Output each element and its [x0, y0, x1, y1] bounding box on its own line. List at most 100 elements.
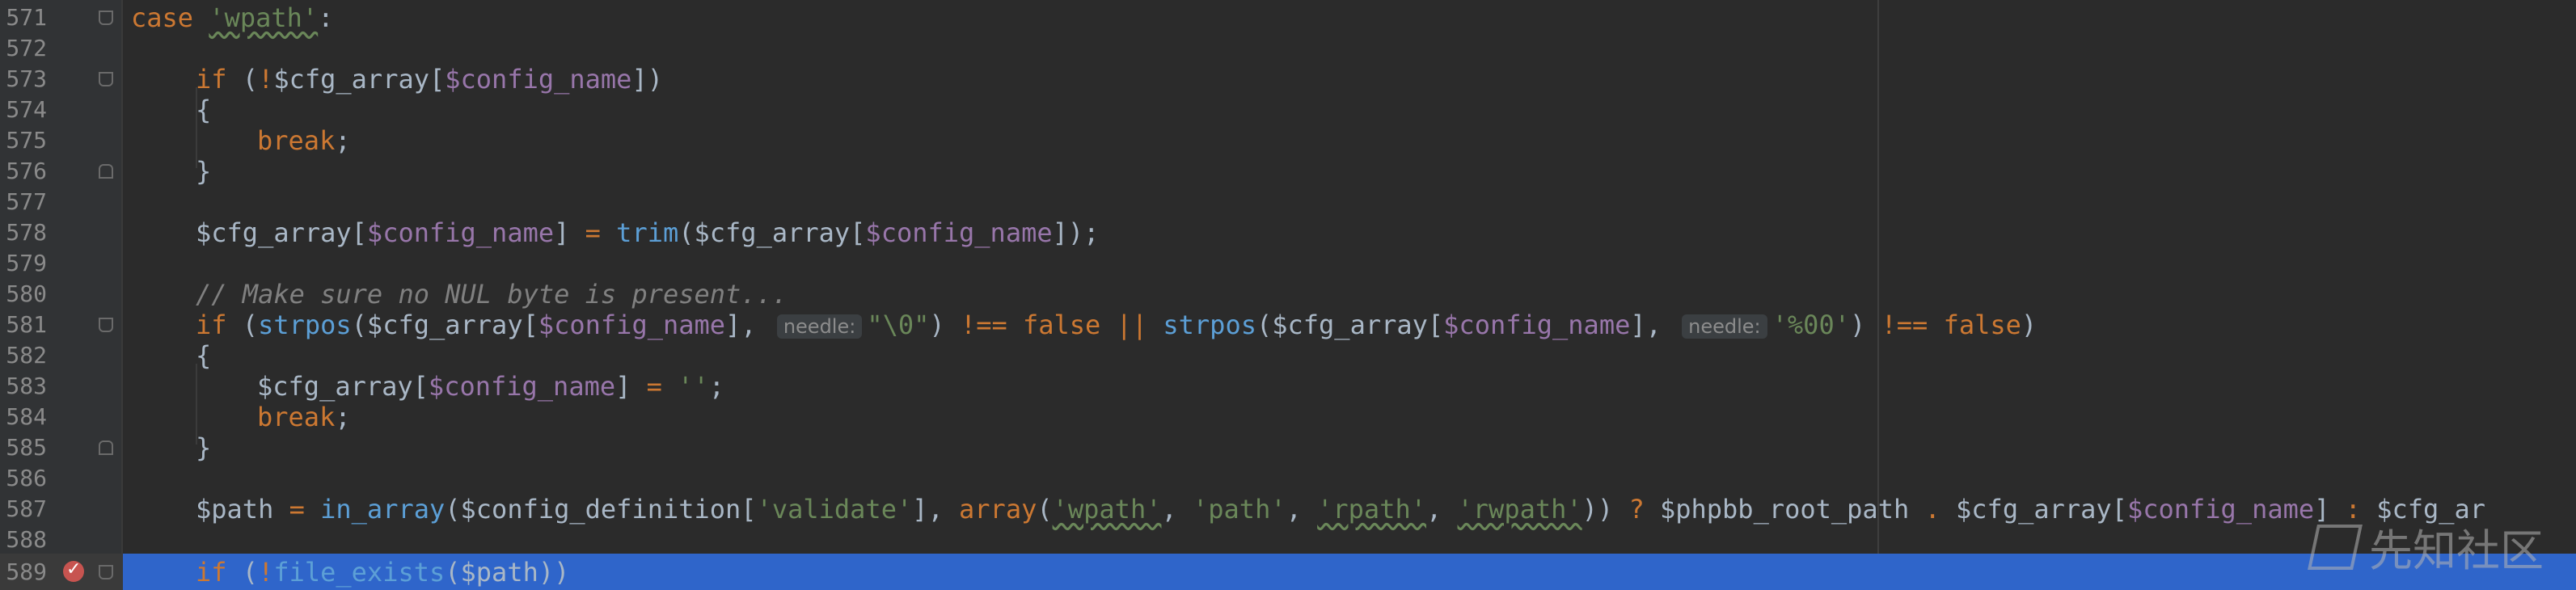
code-line-583[interactable]: $cfg_array[$config_name] = ''; — [257, 371, 724, 402]
code-line-587[interactable]: $path = in_array($config_definition['val… — [196, 494, 2485, 525]
variable: $config_definition — [460, 494, 741, 525]
code-line-578[interactable]: $cfg_array[$config_name] = trim($cfg_arr… — [196, 217, 1099, 248]
punctuation: ( — [678, 217, 695, 248]
punctuation: ) — [929, 310, 961, 340]
punctuation: [ — [412, 371, 429, 402]
punctuation: ) — [1849, 310, 1881, 340]
code-comment[interactable]: // Make sure no NUL byte is present... — [196, 279, 788, 310]
line-number[interactable]: 583 — [0, 371, 47, 402]
line-number[interactable]: 589 — [0, 557, 47, 588]
code-line-574[interactable]: { — [196, 95, 211, 125]
line-number[interactable]: 571 — [0, 2, 47, 33]
line-number[interactable]: 588 — [0, 525, 47, 555]
operator: !== false — [1881, 310, 2021, 340]
variable: $path — [460, 557, 538, 588]
code-line-571[interactable]: case 'wpath': — [131, 2, 333, 33]
operator: = — [646, 371, 662, 402]
punctuation: )) — [1581, 494, 1629, 525]
function-name: in_array — [320, 494, 446, 525]
check-icon: ✓ — [66, 559, 82, 579]
line-number[interactable]: 584 — [0, 402, 47, 432]
punctuation: ; — [335, 402, 351, 432]
line-number[interactable]: 572 — [0, 33, 47, 64]
variable: $config_name — [445, 64, 632, 95]
line-number[interactable]: 579 — [0, 248, 47, 279]
variable: $cfg_array — [694, 217, 851, 248]
code-line-573[interactable]: if (!$cfg_array[$config_name]) — [196, 64, 663, 95]
line-number[interactable]: 574 — [0, 95, 47, 125]
line-number[interactable]: 573 — [0, 64, 47, 95]
code-line-575[interactable]: break; — [257, 125, 351, 156]
punctuation: [ — [351, 217, 367, 248]
line-number[interactable]: 585 — [0, 432, 47, 463]
punctuation: , — [1161, 494, 1193, 525]
fold-expand-icon[interactable] — [99, 164, 113, 179]
line-number[interactable]: 578 — [0, 217, 47, 248]
operator: = — [585, 217, 601, 248]
punctuation: [ — [2111, 494, 2127, 525]
variable: $cfg_array — [196, 217, 352, 248]
punctuation: ( — [1256, 310, 1273, 340]
variable: $config_name — [2126, 494, 2315, 525]
punctuation: ( — [351, 310, 367, 340]
line-number[interactable]: 586 — [0, 463, 47, 494]
function-name: trim — [616, 217, 679, 248]
keyword: if — [196, 557, 227, 588]
code-line-581[interactable]: if (strpos($cfg_array[$config_name], nee… — [196, 310, 2037, 340]
punctuation: ( — [226, 557, 259, 588]
variable: $path — [196, 494, 274, 525]
code-line-589[interactable]: if (!file_exists($path)) — [196, 557, 569, 588]
punctuation: [ — [741, 494, 757, 525]
keyword: if — [196, 310, 227, 340]
line-number[interactable]: 587 — [0, 494, 47, 525]
function-name: file_exists — [273, 557, 446, 588]
keyword: break — [257, 402, 336, 432]
punctuation: ) — [2021, 310, 2038, 340]
string-literal: 'validate' — [756, 494, 913, 525]
gutter-separator — [121, 0, 123, 590]
line-number[interactable]: 577 — [0, 187, 47, 217]
code-line-584[interactable]: break; — [257, 402, 351, 432]
punctuation: [ — [1427, 310, 1444, 340]
parameter-hint: needle: — [1682, 314, 1767, 339]
string-literal: '%00' — [1772, 310, 1850, 340]
variable: $config_name — [865, 217, 1053, 248]
line-number[interactable]: 582 — [0, 340, 47, 371]
punctuation: ]) — [631, 64, 663, 95]
string-literal: 'wpath' — [209, 2, 319, 33]
punctuation: ], — [912, 494, 960, 525]
fold-collapse-icon[interactable] — [99, 72, 113, 86]
line-number[interactable]: 581 — [0, 310, 47, 340]
operator: ? — [1628, 494, 1645, 525]
punctuation: ] — [554, 217, 585, 248]
operator: !== false || — [960, 310, 1148, 340]
breakpoint-icon[interactable]: ✓ — [63, 559, 84, 582]
operator: ! — [258, 557, 274, 588]
variable: $config_name — [1443, 310, 1631, 340]
code-line-576[interactable]: } — [196, 156, 211, 187]
fold-collapse-icon[interactable] — [99, 318, 113, 332]
code-line-582[interactable]: { — [196, 340, 211, 371]
variable: $config_name — [366, 217, 555, 248]
fold-expand-icon[interactable] — [99, 440, 113, 455]
punctuation: ( — [1037, 494, 1053, 525]
fold-collapse-icon[interactable] — [99, 565, 113, 579]
line-number[interactable]: 580 — [0, 279, 47, 310]
punctuation: ]); — [1052, 217, 1100, 248]
line-number[interactable]: 575 — [0, 125, 47, 156]
operator: = — [289, 494, 305, 525]
string-literal: 'rwpath' — [1457, 494, 1582, 525]
punctuation: ; — [708, 371, 724, 402]
code-editor[interactable]: 571 572 573 574 575 576 577 578 579 580 … — [0, 0, 2576, 590]
fold-collapse-icon[interactable] — [99, 11, 113, 25]
operator: ! — [258, 64, 274, 95]
string-literal: "\0" — [867, 310, 930, 340]
line-number[interactable]: 576 — [0, 156, 47, 187]
variable: $phpbb_root_path — [1659, 494, 1910, 525]
code-line-585[interactable]: } — [196, 432, 211, 463]
